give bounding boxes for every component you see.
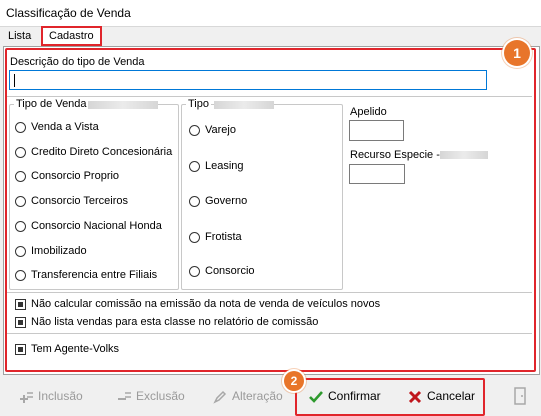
redacted-text xyxy=(440,151,488,159)
confirmar-label: Confirmar xyxy=(328,389,381,403)
radio-button-icon xyxy=(189,232,200,243)
cancelar-button[interactable]: Cancelar xyxy=(407,385,475,407)
x-icon xyxy=(407,389,423,405)
radio-label: Transferencia entre Filiais xyxy=(31,269,158,281)
radio-button-icon xyxy=(15,171,26,182)
radio-button-icon xyxy=(189,266,200,277)
exit-door-icon[interactable] xyxy=(512,387,528,405)
radio-label: Consorcio Proprio xyxy=(31,170,120,182)
apelido-input[interactable] xyxy=(349,120,404,141)
radio-label: Consorcio Terceiros xyxy=(31,195,129,207)
title-bar: Classificação de Venda xyxy=(0,0,541,27)
radio-label: Leasing xyxy=(205,160,244,172)
apelido-label: Apelido xyxy=(350,106,387,118)
tab-cadastro[interactable]: Cadastro xyxy=(41,26,102,46)
radio-button-icon xyxy=(189,125,200,136)
confirmar-button[interactable]: Confirmar xyxy=(308,385,381,407)
cancelar-label: Cancelar xyxy=(427,389,476,403)
radio-button-icon xyxy=(15,122,26,133)
step-badge-1: 1 xyxy=(504,40,530,66)
recurso-especie-label: Recurso Especie - xyxy=(350,149,440,161)
checkbox-checked-icon xyxy=(15,344,26,355)
delete-icon xyxy=(116,389,132,405)
tab-lista[interactable]: Lista xyxy=(4,28,35,44)
checkbox-label: Não calcular comissão na emissão da nota… xyxy=(31,298,381,310)
radio-button-icon xyxy=(15,270,26,281)
radio-button-icon xyxy=(15,196,26,207)
checkbox-checked-icon xyxy=(15,317,26,328)
radio-label: Consorcio Nacional Honda xyxy=(31,220,162,232)
step-badge-2: 2 xyxy=(284,371,304,391)
radio-button-icon xyxy=(15,246,26,257)
recurso-especie-input[interactable] xyxy=(349,164,405,184)
add-icon xyxy=(18,389,34,405)
radio-label: Imobilizado xyxy=(31,245,87,257)
redacted-text xyxy=(88,101,158,109)
section-divider-top xyxy=(7,96,532,97)
radio-button-icon xyxy=(189,196,200,207)
radio-button-icon xyxy=(15,221,26,232)
radio-label: Frotista xyxy=(205,231,242,243)
exclusao-button[interactable]: Exclusão xyxy=(116,385,185,407)
descricao-label: Descrição do tipo de Venda xyxy=(10,56,145,68)
redacted-text xyxy=(214,101,274,109)
section-divider-bottom xyxy=(7,333,532,334)
checkbox-checked-icon xyxy=(15,299,26,310)
radio-label: Venda a Vista xyxy=(31,121,99,133)
section-divider-middle xyxy=(7,292,532,293)
radio-label: Governo xyxy=(205,195,248,207)
alteracao-label: Alteração xyxy=(232,389,283,403)
window-title: Classificação de Venda xyxy=(6,6,131,20)
inclusao-button[interactable]: Inclusão xyxy=(18,385,83,407)
exclusao-label: Exclusão xyxy=(136,389,185,403)
radio-button-icon xyxy=(15,147,26,158)
text-caret xyxy=(14,74,15,87)
checkbox-label: Tem Agente-Volks xyxy=(31,343,120,355)
check-icon xyxy=(308,389,324,405)
checkbox-label: Não lista vendas para esta classe no rel… xyxy=(31,316,319,328)
inclusao-label: Inclusão xyxy=(38,389,83,403)
radio-label: Credito Direto Concesionária xyxy=(31,146,173,158)
radio-label: Varejo xyxy=(205,124,236,136)
tipo-label: Tipo xyxy=(186,98,211,110)
alteracao-button[interactable]: Alteração xyxy=(212,385,283,407)
edit-icon xyxy=(212,389,228,405)
descricao-input[interactable] xyxy=(9,70,487,90)
radio-label: Consorcio xyxy=(205,265,255,277)
radio-button-icon xyxy=(189,161,200,172)
tipo-venda-label: Tipo de Venda xyxy=(14,98,89,110)
